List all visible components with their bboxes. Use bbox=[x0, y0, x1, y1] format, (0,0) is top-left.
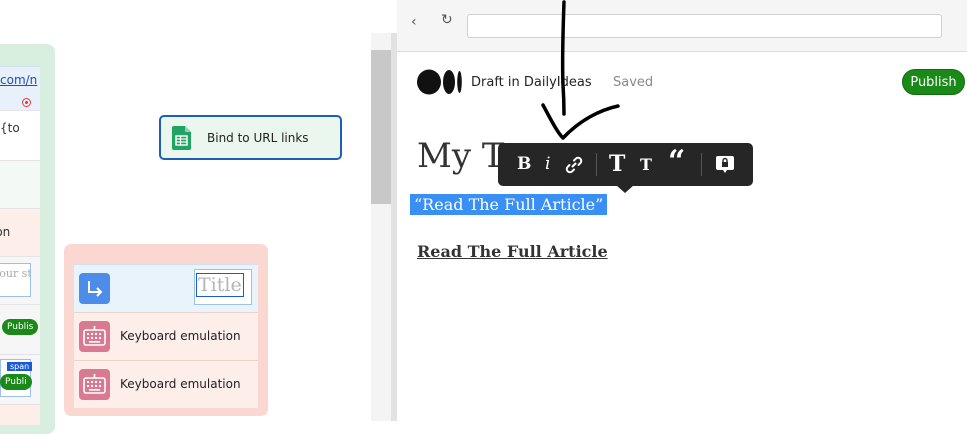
bind-step-label: Bind to URL links bbox=[207, 131, 309, 145]
toolbar-caret bbox=[616, 185, 634, 193]
text-format-toolbar: B i T T “ bbox=[498, 143, 753, 186]
link-icon[interactable] bbox=[564, 155, 584, 175]
publish-button-preview: Publi bbox=[0, 374, 32, 390]
small-title-button[interactable]: T bbox=[640, 155, 652, 174]
action-fragment: ion bbox=[0, 225, 11, 239]
redirect-arrow-icon bbox=[79, 273, 110, 304]
span-tag-badge: span bbox=[7, 362, 33, 371]
refresh-icon[interactable]: ↻ bbox=[441, 12, 453, 28]
article-title[interactable]: My T bbox=[417, 136, 505, 176]
toolbar-separator bbox=[701, 153, 702, 176]
bold-button[interactable]: B bbox=[517, 154, 531, 174]
title-preview-text: Title bbox=[196, 273, 244, 297]
url-fragment: com/n bbox=[0, 73, 38, 87]
medium-editor-page: Draft in DailyIdeas Saved Publish My T “… bbox=[397, 52, 967, 421]
keyboard-icon bbox=[79, 369, 110, 400]
google-sheets-icon bbox=[172, 126, 191, 150]
browser-toolbar: ‹ ↻ bbox=[397, 0, 967, 52]
workflow-step-publish[interactable]: Publis bbox=[0, 304, 40, 355]
keyboard-emulation-step[interactable]: Keyboard emulation bbox=[74, 360, 258, 408]
element-preview-box: span Publi bbox=[0, 359, 33, 397]
story-input-preview: your st bbox=[0, 263, 31, 297]
publish-button[interactable]: Publish bbox=[902, 69, 965, 95]
selected-quote-text[interactable]: “Read The Full Article” bbox=[410, 194, 608, 215]
private-note-icon[interactable] bbox=[715, 154, 735, 174]
workflow-step[interactable] bbox=[0, 404, 40, 425]
bind-to-url-links-step[interactable]: Bind to URL links bbox=[159, 115, 342, 160]
scrollbar-thumb[interactable] bbox=[371, 50, 391, 204]
back-icon[interactable]: ‹ bbox=[411, 14, 417, 30]
redirect-step[interactable]: Title bbox=[74, 264, 258, 312]
workflow-step-input-preview[interactable]: your st bbox=[0, 256, 40, 305]
toolbar-separator bbox=[596, 153, 597, 176]
large-title-button[interactable]: T bbox=[609, 151, 625, 177]
keyboard-emulation-label: Keyboard emulation bbox=[120, 329, 241, 343]
code-fragment: {to bbox=[0, 121, 20, 135]
title-element-preview: Title bbox=[194, 269, 252, 305]
record-icon bbox=[22, 98, 31, 107]
annotation-arrow-icon bbox=[541, 0, 620, 140]
workflow-step-open-url[interactable]: com/n bbox=[0, 66, 40, 111]
keyboard-icon bbox=[79, 321, 110, 352]
publish-button-preview: Publis bbox=[2, 319, 39, 335]
keyboard-emulation-label: Keyboard emulation bbox=[120, 377, 241, 391]
workflow-step[interactable] bbox=[0, 160, 40, 209]
quote-button[interactable]: “ bbox=[668, 147, 685, 177]
workflow-step-publish-span[interactable]: span Publi bbox=[0, 354, 40, 405]
workflow-step-action[interactable]: ion bbox=[0, 208, 40, 257]
medium-logo-icon[interactable] bbox=[417, 69, 463, 95]
italic-button[interactable]: i bbox=[545, 154, 550, 174]
workflow-step-code[interactable]: {to bbox=[0, 110, 40, 161]
step-group: Title Keyboard emulation Keyboard emulat… bbox=[64, 244, 268, 416]
keyboard-emulation-step[interactable]: Keyboard emulation bbox=[74, 312, 258, 360]
article-link[interactable]: Read The Full Article bbox=[417, 242, 608, 261]
